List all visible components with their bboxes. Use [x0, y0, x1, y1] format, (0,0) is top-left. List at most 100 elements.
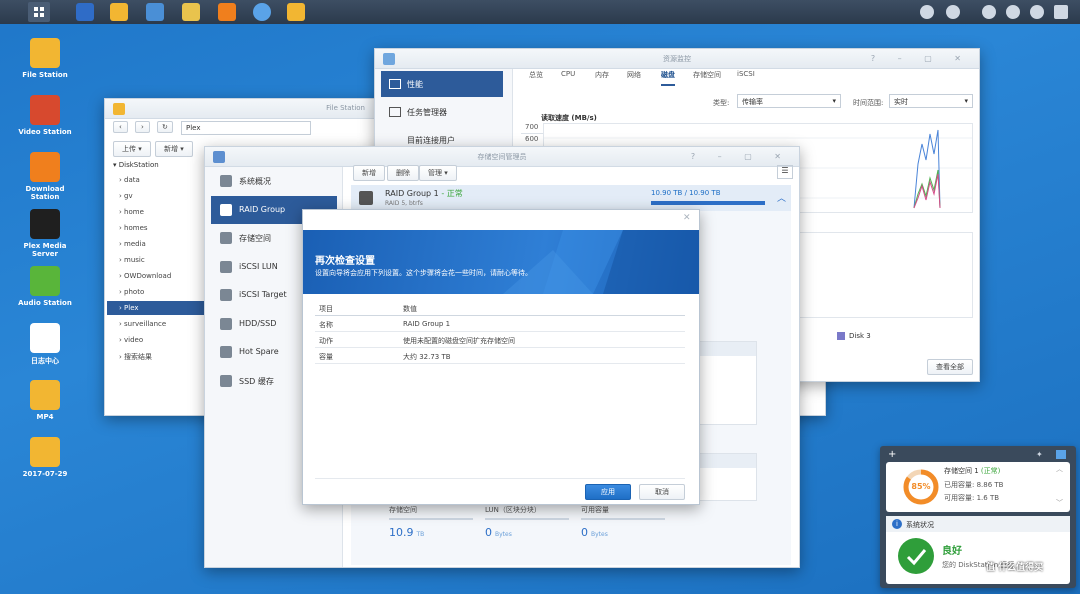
range-label: 时间范围:	[853, 99, 884, 107]
range-select[interactable]: 实时 ▾	[889, 94, 973, 108]
setting-key: 容量	[319, 353, 333, 361]
desktop-icon[interactable]: MP4	[10, 380, 80, 421]
tree-folder[interactable]: › homes	[107, 221, 205, 235]
desktop-icon[interactable]: Plex Media Server	[10, 209, 80, 258]
tree-folder[interactable]: › 搜索结果	[107, 349, 205, 363]
search-icon[interactable]	[1030, 5, 1044, 19]
refresh-button[interactable]: ↻	[157, 121, 173, 133]
add-widget-icon[interactable]: +	[888, 449, 896, 460]
column-header: 数值	[403, 305, 417, 313]
window-controls[interactable]: ? – ▢ ✕	[871, 54, 971, 63]
desktop-icon-label: 2017-07-29	[22, 470, 68, 478]
photo-taskbar-icon[interactable]	[182, 3, 200, 21]
close-icon[interactable]: ✕	[683, 213, 691, 223]
storage-nav-icon	[220, 289, 232, 301]
tab-6[interactable]: iSCSI	[737, 70, 755, 78]
desktop-icon[interactable]: Audio Station	[10, 266, 80, 307]
log-icon	[30, 323, 60, 353]
tab-4[interactable]: 磁盘	[661, 70, 675, 86]
scroll-up-icon[interactable]: ︿	[1056, 464, 1063, 474]
raid-group-header[interactable]: RAID Group 1 - 正常 RAID 5, btrfs 10.90 TB…	[351, 185, 791, 211]
storage-manager-titlebar[interactable]: 存储空间管理员 ? – ▢ ✕	[205, 147, 799, 167]
upload-button[interactable]: 上传 ▾	[113, 141, 151, 157]
tab-2[interactable]: 内存	[595, 70, 609, 80]
tree-folder[interactable]: › photo	[107, 285, 205, 299]
widget-settings-icon[interactable]	[1056, 450, 1066, 459]
tree-folder[interactable]: › video	[107, 333, 205, 347]
manage-label: 管理 ▾	[419, 165, 457, 181]
cancel-label: 取消	[639, 484, 685, 500]
settings-row: 动作 使用未配置的磁盘空间扩充存储空间	[315, 332, 685, 348]
footer-divider	[315, 478, 685, 479]
tab-0[interactable]: 总览	[529, 70, 543, 80]
file-station-taskbar-icon[interactable]	[110, 3, 128, 21]
create-label: 新增 ▾	[155, 141, 193, 157]
backup-status-icon[interactable]	[946, 5, 960, 19]
forward-button[interactable]: ›	[135, 121, 150, 133]
tree-folder[interactable]: › OWDownload	[107, 269, 205, 283]
delete-raid-button[interactable]: 删除	[387, 165, 419, 181]
manage-button[interactable]: 管理 ▾	[419, 165, 457, 181]
health-title: 系统状况	[906, 521, 934, 529]
cloud-taskbar-icon[interactable]	[253, 3, 271, 21]
main-menu-button[interactable]	[28, 2, 50, 22]
tree-folder-label: homes	[124, 224, 148, 232]
tab-1[interactable]: CPU	[561, 70, 575, 78]
raid-name-text: RAID Group 1	[385, 189, 439, 198]
desktop-icon[interactable]: Video Station	[10, 95, 80, 136]
cancel-button[interactable]: 取消	[639, 484, 685, 500]
storage-manager-taskbar-icon[interactable]	[287, 3, 305, 21]
resource-monitor-taskbar-icon[interactable]	[146, 3, 164, 21]
tree-folder-label: photo	[124, 288, 145, 296]
desktop-icon[interactable]: File Station	[10, 38, 80, 79]
widgets-icon[interactable]	[1054, 5, 1068, 19]
tree-folder[interactable]: › Plex	[107, 301, 205, 315]
raid-capacity: 10.90 TB / 10.90 TB	[651, 189, 721, 197]
download-station-taskbar-icon[interactable]	[218, 3, 236, 21]
desktop-icon[interactable]: Download Station	[10, 152, 80, 201]
sm-nav-item[interactable]: 系统概况	[211, 167, 337, 195]
tree-folder[interactable]: › media	[107, 237, 205, 251]
tree-folder[interactable]: › music	[107, 253, 205, 267]
resource-monitor-titlebar[interactable]: 资源监控 ? – ▢ ✕	[375, 49, 979, 69]
summary-label: 可用容量	[581, 505, 665, 520]
type-select[interactable]: 传输率 ▾	[737, 94, 841, 108]
y-tick: 600	[525, 135, 539, 143]
used-row: 已用容量: 8.86 TB	[944, 480, 1003, 490]
user-icon[interactable]	[1006, 5, 1020, 19]
desktop-icon[interactable]: 2017-07-29	[10, 437, 80, 478]
tree-folder[interactable]: › gv	[107, 189, 205, 203]
sm-nav-label: Hot Spare	[239, 347, 279, 356]
sm-nav-label: HDD/SSD	[239, 318, 277, 328]
tab-3[interactable]: 网络	[627, 70, 641, 80]
legend-label: Disk 3	[849, 332, 871, 340]
nav-performance[interactable]: 性能	[381, 71, 503, 97]
review-settings-dialog[interactable]: ✕ 再次检查设置 设置向导将会应用下列设置。这个步骤将会花一些时间，请耐心等待。…	[302, 209, 700, 505]
apply-button[interactable]: 应用	[585, 484, 631, 500]
pin-icon[interactable]: ✦	[1036, 450, 1043, 459]
tab-5[interactable]: 存储空间	[693, 70, 721, 80]
scroll-down-icon[interactable]: ﹀	[1056, 498, 1063, 508]
create-button[interactable]: 新增 ▾	[155, 141, 193, 157]
nav-task-manager[interactable]: 任务管理器	[381, 99, 503, 125]
tree-folder[interactable]: › data	[107, 173, 205, 187]
desktop-icon[interactable]: 日志中心	[10, 323, 80, 366]
window-controls[interactable]: ? – ▢ ✕	[691, 152, 791, 161]
tree-folder[interactable]: › home	[107, 205, 205, 219]
control-panel-taskbar-icon[interactable]	[76, 3, 94, 21]
back-button[interactable]: ‹	[113, 121, 133, 135]
film-icon	[30, 95, 60, 125]
storage-nav-icon	[220, 317, 232, 330]
tree-folder-label: music	[124, 256, 145, 264]
create-raid-button[interactable]: 新增	[353, 165, 385, 181]
collapse-icon[interactable]: ︿	[777, 191, 786, 204]
tree-root[interactable]: ▾ DiskStation	[113, 161, 159, 169]
raid-icon	[359, 191, 373, 205]
notifications-icon[interactable]	[982, 5, 996, 19]
path-field[interactable]: Plex	[181, 121, 311, 135]
cloud-sync-icon[interactable]	[920, 5, 934, 19]
sm-nav-label: SSD 缓存	[239, 376, 274, 386]
view-all-button[interactable]: 查看全部	[927, 359, 973, 375]
tree-folder[interactable]: › surveillance	[107, 317, 205, 331]
sort-button[interactable]: ☰	[777, 165, 793, 179]
